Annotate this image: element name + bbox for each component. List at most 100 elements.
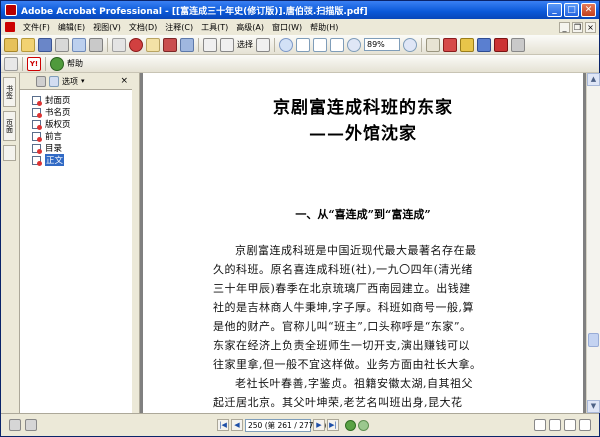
- menu-file[interactable]: 文件(F): [19, 22, 54, 33]
- organize-icon[interactable]: [89, 37, 103, 52]
- status-icon: [25, 419, 37, 431]
- bookmark-item[interactable]: 封面页: [32, 94, 132, 106]
- paragraph-line: 久的科班。原名喜连成科班(社),一九〇四年(清光绪: [213, 263, 473, 276]
- document-pane[interactable]: 京剧富连成科班的东家 ——外馆沈家 一、从“喜连成”到“富连成” 京剧富连成科班…: [140, 73, 586, 413]
- bookmark-item[interactable]: 书名页: [32, 106, 132, 118]
- zoom-in-icon[interactable]: [403, 37, 417, 52]
- bookmark-icon: [32, 155, 42, 166]
- next-view-icon[interactable]: [358, 419, 369, 431]
- hand-tool-icon[interactable]: [203, 37, 217, 52]
- attach-icon[interactable]: [112, 37, 126, 52]
- continuous-facing-icon[interactable]: [579, 419, 591, 431]
- previous-page-button[interactable]: ◀: [231, 419, 243, 431]
- bookmark-icon: [32, 119, 42, 130]
- scroll-up-arrow-icon[interactable]: ▲: [587, 73, 600, 86]
- menu-help[interactable]: 帮助(H): [306, 22, 342, 33]
- zoom-out-icon[interactable]: [347, 37, 361, 52]
- menu-edit[interactable]: 编辑(E): [54, 22, 89, 33]
- snapshot-icon[interactable]: [256, 37, 270, 52]
- close-panel-icon[interactable]: ×: [120, 76, 128, 86]
- bookmark-item[interactable]: 版权页: [32, 118, 132, 130]
- sign-icon[interactable]: [163, 37, 177, 52]
- tab-bookmarks[interactable]: 书签: [3, 77, 16, 107]
- bookmark-item[interactable]: 前言: [32, 130, 132, 142]
- combine-icon[interactable]: [129, 37, 143, 52]
- help-label[interactable]: 帮助: [67, 58, 83, 69]
- menu-comments[interactable]: 注释(C): [161, 22, 197, 33]
- fit-page-icon[interactable]: [313, 37, 327, 52]
- menu-bar: 文件(F) 编辑(E) 视图(V) 文档(D) 注释(C) 工具(T) 高级(A…: [1, 19, 599, 35]
- select-tool-icon[interactable]: [220, 37, 234, 52]
- facing-icon[interactable]: [564, 419, 576, 431]
- save-icon[interactable]: [38, 37, 52, 52]
- navigation-tabs: 书签 页面: [1, 73, 20, 413]
- last-page-button[interactable]: ▶|: [327, 419, 339, 431]
- continuous-icon[interactable]: [549, 419, 561, 431]
- export-icon[interactable]: [443, 37, 457, 52]
- bookmark-icon: [32, 143, 42, 154]
- email-icon[interactable]: [72, 37, 86, 52]
- yahoo-icon[interactable]: Y!: [27, 56, 41, 71]
- new-bookmark-icon[interactable]: [49, 75, 59, 87]
- forms-icon[interactable]: [477, 37, 491, 52]
- bookmark-item[interactable]: 目录: [32, 142, 132, 154]
- paragraph-line: 往家里拿,但一般不宜这样做。业务方面由社长大拿。: [213, 358, 482, 371]
- menu-window[interactable]: 窗口(W): [268, 22, 306, 33]
- review-icon[interactable]: [460, 37, 474, 52]
- select-tool-label[interactable]: 选择: [237, 39, 253, 50]
- previous-view-icon[interactable]: [345, 419, 356, 431]
- doc-restore-button[interactable]: ❐: [572, 21, 583, 33]
- rotate-icon[interactable]: [426, 37, 440, 52]
- scroll-down-arrow-icon[interactable]: ▼: [587, 400, 600, 413]
- delete-bookmark-icon[interactable]: [36, 75, 46, 87]
- document-subtitle: ——外馆沈家: [309, 124, 417, 144]
- bookmark-icon: [32, 131, 42, 142]
- pen-icon[interactable]: [494, 37, 508, 52]
- doc-minimize-button[interactable]: _: [559, 21, 570, 33]
- page-size-icon: [9, 419, 21, 431]
- comment-icon[interactable]: [146, 37, 160, 52]
- doc-close-button[interactable]: ×: [585, 21, 596, 33]
- next-page-button[interactable]: ▶: [313, 419, 325, 431]
- single-page-icon[interactable]: [534, 419, 546, 431]
- page-number-field[interactable]: 250 (第 261 / 277 页): [245, 418, 326, 432]
- options-chevron-down-icon[interactable]: ▾: [81, 77, 85, 85]
- title-bar: Adobe Acrobat Professional - [[富连成三十年史(修…: [1, 1, 599, 19]
- more-tools-icon[interactable]: [511, 37, 525, 52]
- first-page-button[interactable]: |◀: [217, 419, 229, 431]
- pdf-page: 京剧富连成科班的东家 ——外馆沈家 一、从“喜连成”到“富连成” 京剧富连成科班…: [143, 73, 583, 413]
- bookmark-icon: [32, 107, 42, 118]
- paragraph-line: 社的是吉林商人牛秉坤,字子厚。科班如商号一般,算: [213, 301, 474, 314]
- help-icon[interactable]: [50, 56, 64, 71]
- menu-advanced[interactable]: 高级(A): [232, 22, 268, 33]
- open-folder-icon[interactable]: [21, 37, 35, 52]
- menu-document[interactable]: 文档(D): [125, 22, 161, 33]
- acrobat-window: Adobe Acrobat Professional - [[富连成三十年史(修…: [0, 0, 600, 437]
- fit-width-icon[interactable]: [330, 37, 344, 52]
- document-icon[interactable]: [5, 22, 15, 32]
- minimize-button[interactable]: _: [547, 3, 562, 17]
- secondary-toolbar: Y! 帮助: [1, 55, 599, 73]
- paragraph-line: 京剧富连成科班是中国近现代最大最著名存在最: [235, 244, 477, 257]
- print-icon[interactable]: [55, 37, 69, 52]
- paragraph-line: 是他的财产。官称儿叫“班主”,口头称呼是“东家”。: [213, 320, 472, 333]
- zoom-level-field[interactable]: 89%: [364, 38, 400, 51]
- actual-size-icon[interactable]: [296, 37, 310, 52]
- tab-pages[interactable]: 页面: [3, 111, 16, 141]
- menu-tools[interactable]: 工具(T): [197, 22, 232, 33]
- close-button[interactable]: ✕: [581, 3, 596, 17]
- bookmarks-options[interactable]: 选项: [62, 76, 78, 87]
- acrobat-app-icon[interactable]: [5, 4, 17, 16]
- document-title: 京剧富连成科班的东家: [273, 98, 453, 118]
- maximize-button[interactable]: □: [564, 3, 579, 17]
- secure-icon[interactable]: [180, 37, 194, 52]
- vertical-scrollbar[interactable]: ▲ ▼: [586, 73, 600, 413]
- panel-splitter[interactable]: [132, 73, 140, 413]
- create-pdf-icon[interactable]: [4, 37, 18, 52]
- tab-attachments[interactable]: [3, 145, 16, 161]
- zoom-tool-icon[interactable]: [279, 37, 293, 52]
- bookmark-item-selected[interactable]: 正文: [32, 154, 132, 166]
- tasks-icon[interactable]: [4, 56, 18, 71]
- menu-view[interactable]: 视图(V): [89, 22, 125, 33]
- scroll-thumb[interactable]: [588, 333, 599, 347]
